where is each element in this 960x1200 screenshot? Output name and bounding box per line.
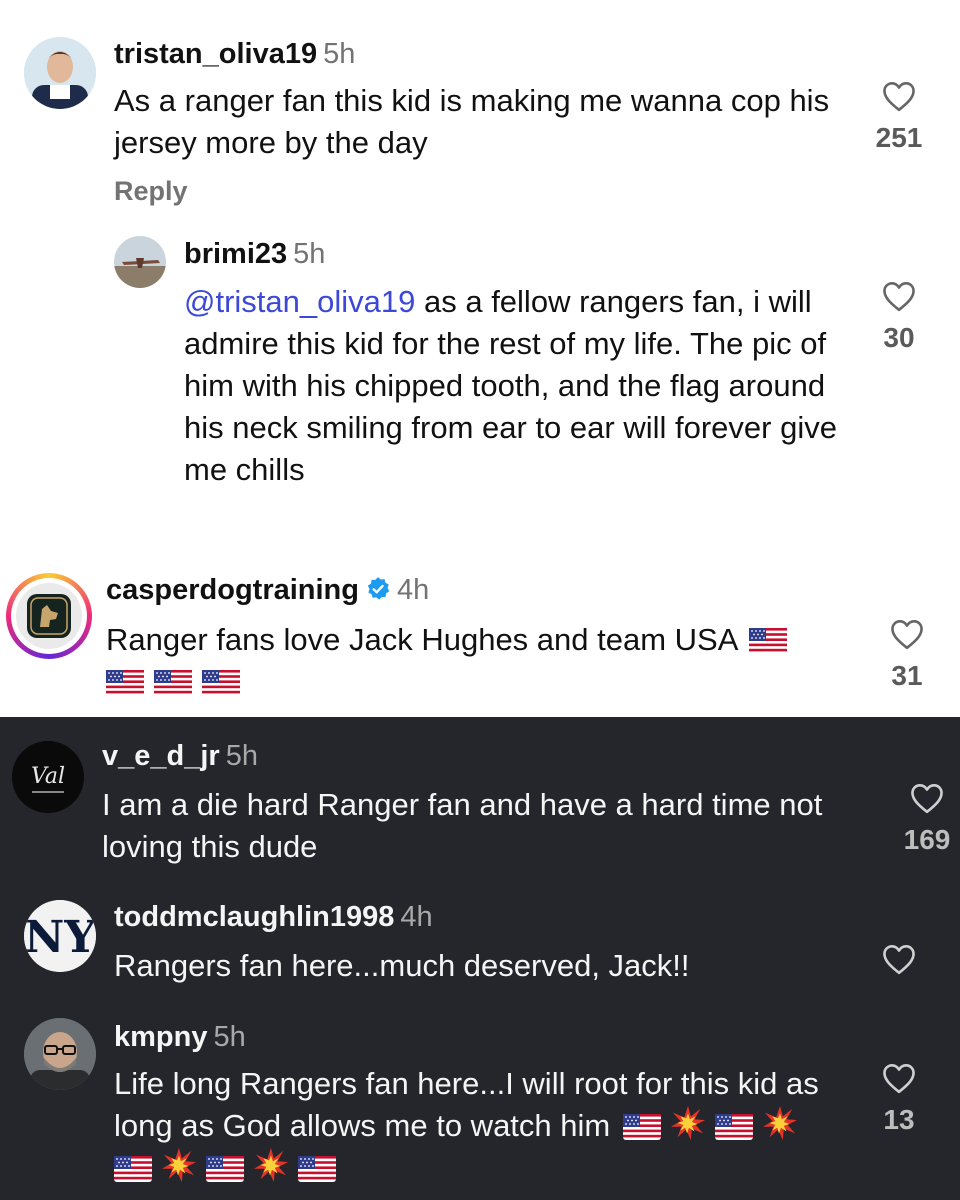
like-control: 13 <box>868 1062 930 1136</box>
heart-icon[interactable] <box>881 943 917 975</box>
username[interactable]: toddmclaughlin1998 <box>114 901 394 933</box>
us-flag-icon <box>623 1114 661 1140</box>
comment-text: @tristan_oliva19 as a fellow rangers fan… <box>184 281 844 491</box>
username[interactable]: v_e_d_jr <box>102 740 220 772</box>
us-flag-icon <box>106 670 144 696</box>
like-count: 169 <box>903 824 951 855</box>
heart-icon[interactable] <box>889 618 925 650</box>
like-control <box>868 943 930 985</box>
like-count: 31 <box>891 660 923 691</box>
collision-icon <box>671 1106 705 1140</box>
heart-icon[interactable] <box>881 280 917 312</box>
heart-icon[interactable] <box>881 80 917 112</box>
us-flag-icon <box>715 1114 753 1140</box>
man-glasses-avatar[interactable] <box>24 1018 96 1090</box>
comment-body: Ranger fans love Jack Hughes and team US… <box>106 622 737 657</box>
heart-icon[interactable] <box>881 1062 917 1094</box>
timestamp: 4h <box>400 901 433 933</box>
story-ring-avatar[interactable] <box>6 573 92 659</box>
heart-icon[interactable] <box>909 782 945 814</box>
comment-text: Rangers fan here...much deserved, Jack!! <box>114 948 690 983</box>
timestamp: 5h <box>293 238 326 270</box>
like-count: 13 <box>883 1104 915 1135</box>
verified-badge-icon <box>367 577 390 600</box>
us-flag-icon <box>749 628 787 654</box>
us-flag-icon <box>202 670 240 696</box>
comment-text: As a ranger fan this kid is making me wa… <box>114 83 830 160</box>
timestamp: 5h <box>225 740 258 772</box>
collision-icon <box>162 1148 196 1182</box>
timestamp: 5h <box>323 38 356 70</box>
username[interactable]: casperdogtraining <box>106 574 359 606</box>
timestamp: 4h <box>397 574 430 606</box>
mention-link[interactable]: @tristan_oliva19 <box>184 284 415 319</box>
us-flag-icon <box>114 1156 152 1182</box>
username[interactable]: tristan_oliva19 <box>114 38 317 70</box>
val-logo-avatar[interactable]: Val <box>12 741 84 813</box>
yankees-logo-avatar[interactable]: NY <box>24 900 96 972</box>
timestamp: 5h <box>213 1021 246 1053</box>
dog-logo-icon <box>16 583 82 649</box>
us-flag-icon <box>206 1156 244 1182</box>
like-control: 30 <box>868 280 930 354</box>
like-control: 31 <box>876 618 938 692</box>
username[interactable]: kmpny <box>114 1021 207 1053</box>
svg-text:Val: Val <box>31 764 65 789</box>
username[interactable]: brimi23 <box>184 238 287 270</box>
collision-icon <box>763 1106 797 1140</box>
airplane-avatar[interactable] <box>114 236 166 288</box>
like-control: 251 <box>868 80 930 154</box>
person-avatar[interactable] <box>24 37 96 109</box>
comment-text: Life long Rangers fan here...I will root… <box>114 1063 854 1189</box>
svg-text:NY: NY <box>24 912 96 963</box>
like-count: 251 <box>875 122 923 153</box>
reply-button[interactable]: Reply <box>114 176 188 207</box>
like-control: 169 <box>896 782 958 856</box>
us-flag-icon <box>154 670 192 696</box>
comment-text: I am a die hard Ranger fan and have a ha… <box>102 787 823 864</box>
comment-text: Ranger fans love Jack Hughes and team US… <box>106 619 826 703</box>
like-count: 30 <box>883 322 915 353</box>
collision-icon <box>254 1148 288 1182</box>
us-flag-icon <box>298 1156 336 1182</box>
